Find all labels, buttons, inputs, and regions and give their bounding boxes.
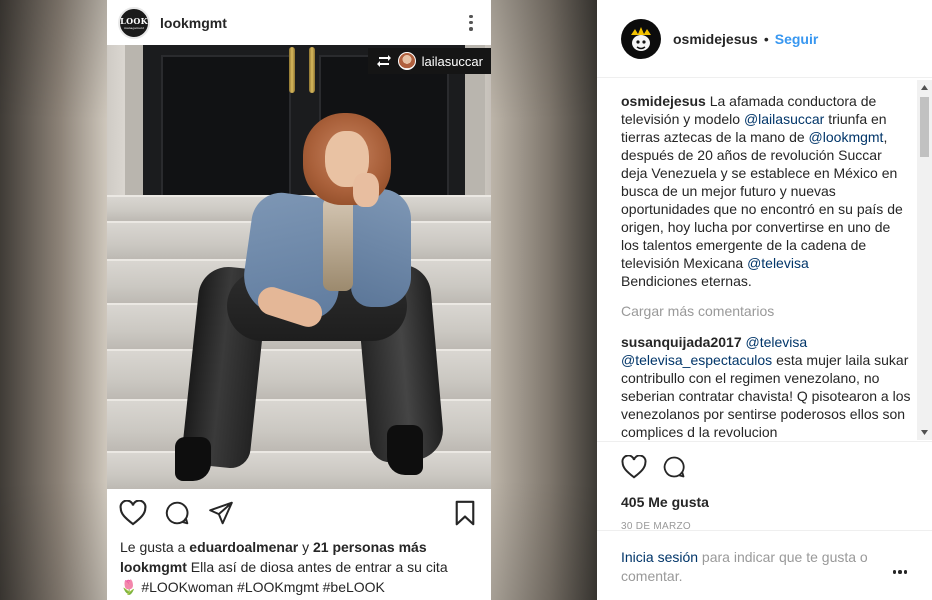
card-username[interactable]: lookmgmt <box>160 15 227 31</box>
tulip-emoji: 🌷 <box>120 579 138 595</box>
card-caption: lookmgmt Ella así de diosa antes de entr… <box>107 557 491 597</box>
scrollbar-thumb[interactable] <box>920 97 929 157</box>
scroll-down-arrow-icon[interactable] <box>917 425 932 440</box>
post-photo: lailasuccar <box>107 45 491 489</box>
look-logo-text: LOOK <box>120 15 148 26</box>
mention-link[interactable]: @lailasuccar <box>744 111 824 127</box>
bookmark-icon <box>450 498 480 528</box>
avatar-king-icon <box>631 26 651 51</box>
panel-username[interactable]: osmidejesus <box>673 31 758 47</box>
panel-actions: 405 Me gusta 30 DE MARZO <box>597 441 932 542</box>
repost-badge: lailasuccar <box>367 48 491 74</box>
likes-others: 21 personas más <box>313 539 427 555</box>
login-link[interactable]: Inicia sesión <box>621 549 698 565</box>
caption-hashtags: #LOOKwoman #LOOKmgmt #beLOOK <box>137 579 385 595</box>
more-options-icon[interactable] <box>892 570 907 574</box>
card-likes: Le gusta a eduardoalmenar y 21 personas … <box>107 537 491 557</box>
comment-text: Bendiciones eternas. <box>621 273 752 289</box>
mention-link[interactable]: @lookmgmt <box>809 129 884 145</box>
repost-icon <box>376 55 391 67</box>
comment-bubble-icon[interactable] <box>659 452 689 482</box>
likes-conjunction: y <box>298 539 313 555</box>
separator-dot: • <box>763 30 769 47</box>
post-side-panel: osmidejesus • Seguir osmidejesus La afam… <box>597 0 932 600</box>
mention-link[interactable]: @televisa <box>747 255 809 271</box>
media-backdrop: LOOK management lookmgmt lailasuccar Le … <box>0 0 597 600</box>
repost-username: lailasuccar <box>421 53 483 69</box>
look-logo-sub: management <box>124 25 144 30</box>
list-item: susanquijada2017 @televisa @televisa_espe… <box>621 333 911 440</box>
load-more-comments-button[interactable]: Cargar más comentarios <box>621 302 911 320</box>
comment-username[interactable]: susanquijada2017 <box>621 334 742 350</box>
card-avatar[interactable]: LOOK management <box>118 6 150 39</box>
caption-user: lookmgmt <box>120 559 187 575</box>
likes-user: eduardoalmenar <box>189 539 299 555</box>
share-icon <box>206 498 236 528</box>
repost-avatar <box>397 52 416 70</box>
follow-button[interactable]: Seguir <box>775 31 819 47</box>
card-actions <box>107 489 491 537</box>
comment-text: , después de 20 años de revolución Succa… <box>621 129 903 271</box>
comments-list[interactable]: osmidejesus La afamada conductora de tel… <box>621 92 923 440</box>
panel-header: osmidejesus • Seguir <box>597 0 932 78</box>
panel-avatar[interactable] <box>621 18 661 59</box>
mention-link[interactable]: @televisa_espectaculos <box>621 352 772 368</box>
comment-username[interactable]: osmidejesus <box>621 93 706 109</box>
mention-link[interactable]: @televisa <box>746 334 808 350</box>
caption-comment: osmidejesus La afamada conductora de tel… <box>621 92 911 290</box>
embedded-post-card: LOOK management lookmgmt lailasuccar Le … <box>107 0 491 600</box>
likes-count[interactable]: 405 Me gusta <box>597 492 932 512</box>
heart-icon <box>118 498 148 528</box>
comments-scrollbar[interactable] <box>917 80 932 440</box>
caption-text: Ella así de diosa antes de entrar a su c… <box>186 559 448 575</box>
card-header: LOOK management lookmgmt <box>107 0 491 45</box>
comment-icon <box>162 498 192 528</box>
like-heart-icon[interactable] <box>619 452 649 482</box>
likes-prefix: Le gusta a <box>120 539 190 555</box>
login-prompt: Inicia sesión para indicar que te gusta … <box>597 530 932 586</box>
scroll-up-arrow-icon[interactable] <box>917 80 932 95</box>
more-options-icon[interactable] <box>463 13 479 33</box>
